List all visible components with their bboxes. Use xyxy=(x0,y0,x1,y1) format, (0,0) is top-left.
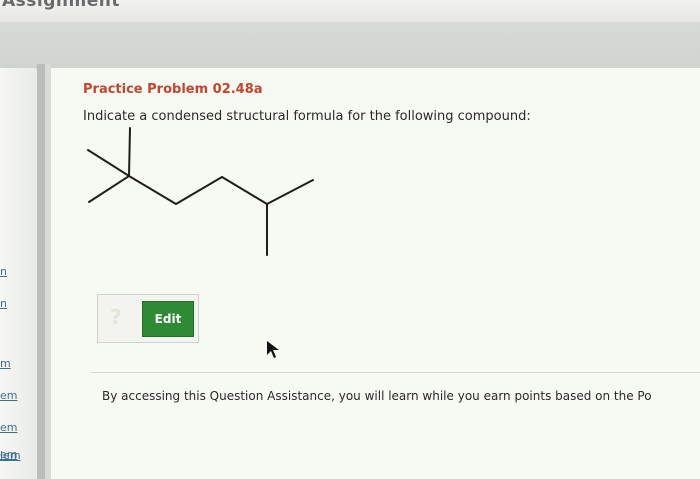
assignment-title: Assignment xyxy=(2,0,120,11)
edit-button[interactable]: Edit xyxy=(142,301,194,337)
nav-link-7[interactable]: lem xyxy=(0,449,21,462)
mouse-cursor-icon xyxy=(267,341,279,358)
bond-7 xyxy=(266,179,314,205)
nav-link-1[interactable]: n xyxy=(0,265,7,278)
help-icon[interactable]: ? xyxy=(110,305,122,329)
header-band xyxy=(0,22,700,69)
nav-link-5[interactable]: em xyxy=(0,421,17,434)
nav-link-2[interactable]: n xyxy=(0,297,7,310)
bond-5 xyxy=(175,176,223,205)
question-assistance-text: By accessing this Question Assistance, y… xyxy=(102,389,652,403)
bond-4 xyxy=(128,175,177,205)
bond-1 xyxy=(87,149,130,177)
answer-tool-box: ? Edit xyxy=(97,294,199,343)
problem-title: Practice Problem 02.48a xyxy=(83,82,263,97)
molecule-skeletal-structure-icon xyxy=(87,127,314,256)
left-navigation: n n m em em em xyxy=(0,68,36,479)
nav-link-3[interactable]: m xyxy=(0,357,11,370)
bond-6 xyxy=(221,176,268,205)
bond-3 xyxy=(128,127,131,177)
section-divider xyxy=(90,372,700,373)
vertical-scrollbar[interactable] xyxy=(37,64,45,479)
top-bar: Assignment xyxy=(0,0,700,22)
nav-link-4[interactable]: em xyxy=(0,389,17,402)
bond-2 xyxy=(88,175,130,203)
